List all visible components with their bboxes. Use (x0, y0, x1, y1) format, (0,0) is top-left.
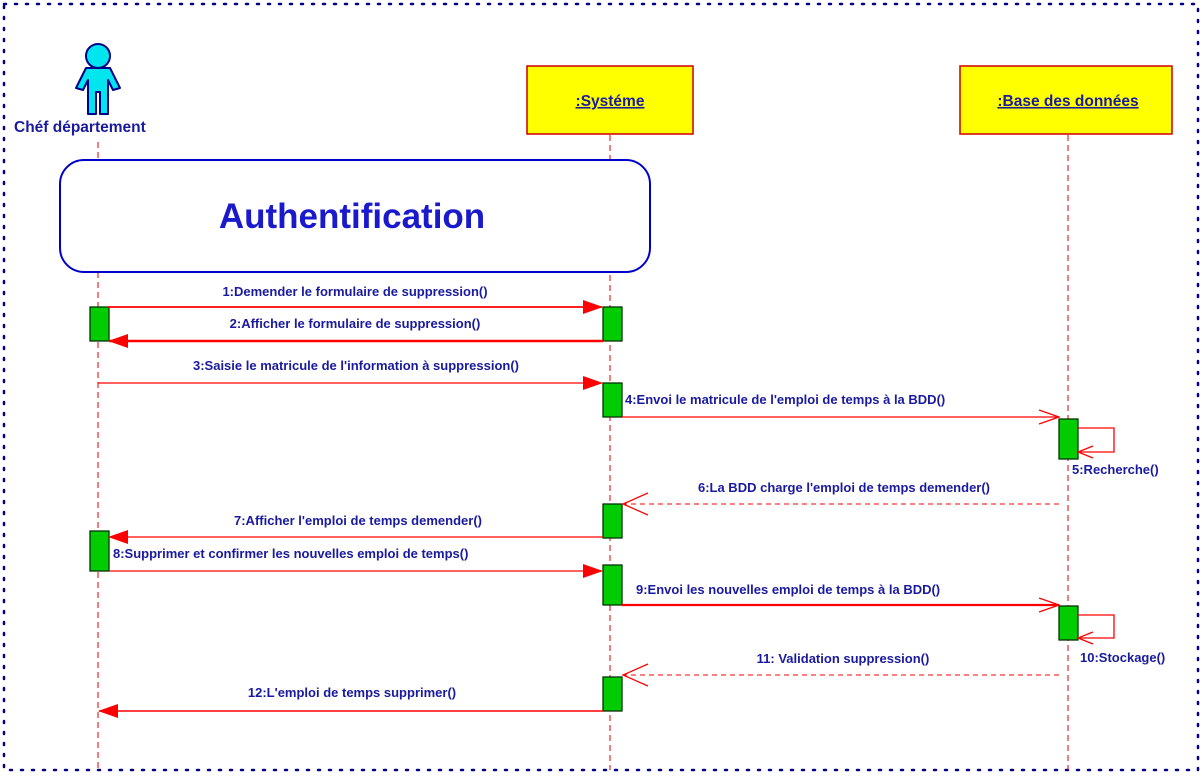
message-1-label: 1:Demender le formulaire de suppression(… (222, 284, 487, 299)
message-8-label: 8:Supprimer et confirmer les nouvelles e… (113, 546, 468, 561)
activation-bar (602, 306, 623, 342)
message-10-self-loop (1078, 614, 1115, 639)
activation-bar (89, 530, 110, 572)
message-11-label: 11: Validation suppression() (757, 651, 930, 666)
participant-systeme-name: :Systéme (576, 93, 645, 110)
sequence-diagram: Chéf département :Systéme :Base des donn… (0, 0, 1202, 774)
message-10-label: 10:Stockage() (1080, 650, 1165, 665)
activation-bar (602, 503, 623, 539)
activation-bar (1058, 418, 1079, 460)
message-6-label: 6:La BDD charge l'emploi de temps demend… (698, 480, 990, 495)
message-7-label: 7:Afficher l'emploi de temps demender() (234, 513, 482, 528)
participant-systeme: :Systéme (526, 65, 694, 135)
authentification-fragment: Authentification (59, 159, 651, 273)
activation-bar (1058, 605, 1079, 641)
activation-bar (602, 676, 623, 712)
participant-bdd: :Base des données (959, 65, 1173, 135)
message-12-label: 12:L'emploi de temps supprimer() (248, 685, 456, 700)
activation-bar (602, 382, 623, 418)
message-4-label: 4:Envoi le matricule de l'emploi de temp… (625, 392, 945, 407)
activation-bar (89, 306, 110, 342)
participant-bdd-name: :Base des données (997, 93, 1138, 110)
message-3-label: 3:Saisie le matricule de l'information à… (193, 358, 519, 373)
diagram-canvas: Chéf département :Systéme :Base des donn… (2, 2, 1200, 772)
stick-person-icon (75, 43, 121, 115)
message-5-label: 5:Recherche() (1072, 462, 1159, 477)
message-9-label: 9:Envoi les nouvelles emploi de temps à … (636, 582, 940, 597)
fragment-label: Authentification (219, 197, 485, 236)
actor-name: Chéf département (14, 119, 146, 136)
activation-bar (602, 564, 623, 606)
message-2-label: 2:Afficher le formulaire de suppression(… (230, 316, 481, 331)
message-5-self-loop (1078, 427, 1115, 453)
